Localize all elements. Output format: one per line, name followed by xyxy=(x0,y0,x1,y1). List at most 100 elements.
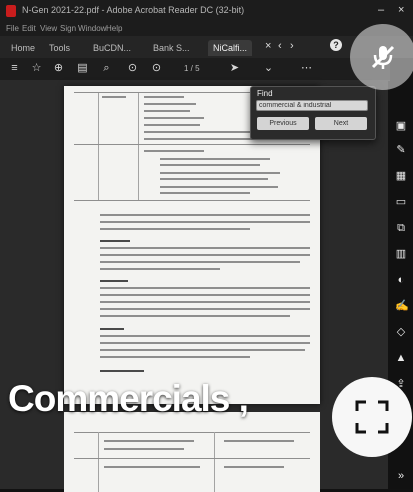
find-next-button[interactable]: Next xyxy=(315,117,367,130)
combine-files-icon[interactable]: ⧉ xyxy=(395,222,407,234)
organize-pages-icon[interactable]: ▥ xyxy=(395,248,407,260)
text-line xyxy=(144,117,204,119)
acrobat-app-icon xyxy=(6,5,16,17)
text-line xyxy=(100,247,310,249)
fullscreen-icon xyxy=(355,400,389,434)
table-rule xyxy=(98,432,99,492)
upload-icon[interactable]: ⊕ xyxy=(52,62,65,75)
create-pdf-icon[interactable]: ▦ xyxy=(395,170,407,182)
text-line xyxy=(100,221,310,223)
page-down-icon[interactable]: ⊙ xyxy=(150,62,163,75)
table-rule xyxy=(214,432,215,492)
tab-close-icon[interactable]: × xyxy=(265,40,271,52)
tab-home[interactable]: Home xyxy=(6,40,40,56)
select-cursor-icon[interactable]: ➤ xyxy=(228,62,241,75)
text-line xyxy=(144,150,204,152)
heading-line xyxy=(100,240,130,242)
text-line xyxy=(100,254,310,256)
text-line xyxy=(144,96,184,98)
mic-off-icon xyxy=(371,45,395,69)
text-line xyxy=(144,124,200,126)
text-line xyxy=(100,228,250,230)
mute-microphone-button[interactable] xyxy=(350,24,413,90)
menu-view[interactable]: View xyxy=(40,24,57,33)
text-line xyxy=(104,448,184,450)
compress-icon[interactable]: ▲ xyxy=(395,352,407,364)
tab-scroll-left-icon[interactable]: ‹ xyxy=(278,40,282,52)
bullet-line xyxy=(160,158,270,160)
toolbar: ≡ ☆ ⊕ ▤ ⌕ ⊙ ⊙ 1 / 5 ➤ ⌄ ⋯ xyxy=(0,58,390,81)
menu-edit[interactable]: Edit xyxy=(22,24,36,33)
text-line xyxy=(224,466,284,468)
bookmark-star-icon[interactable]: ☆ xyxy=(30,62,43,75)
tab-scroll-right-icon[interactable]: › xyxy=(290,40,294,52)
page-up-icon[interactable]: ⊙ xyxy=(126,62,139,75)
text-line xyxy=(144,103,196,105)
text-line xyxy=(100,294,310,296)
menu-bar: File Edit View Sign Window Help xyxy=(0,22,413,36)
table-rule xyxy=(74,144,310,145)
fullscreen-button[interactable] xyxy=(332,377,412,457)
menu-file[interactable]: File xyxy=(6,24,19,33)
table-rule xyxy=(74,432,310,433)
text-line xyxy=(100,268,220,270)
close-window-button[interactable]: × xyxy=(398,4,404,16)
text-line xyxy=(100,349,305,351)
bullet-line xyxy=(160,186,278,188)
minimize-button[interactable]: – xyxy=(378,4,384,16)
bullet-line xyxy=(160,172,280,174)
text-line xyxy=(104,440,194,442)
more-tools-icon[interactable]: ⋯ xyxy=(300,62,313,75)
text-line xyxy=(100,335,310,337)
bullet-line xyxy=(160,192,250,194)
find-previous-button[interactable]: Previous xyxy=(257,117,309,130)
menu-sign[interactable]: Sign xyxy=(60,24,76,33)
bullet-line xyxy=(160,178,268,180)
heading-line xyxy=(100,328,124,330)
text-line xyxy=(144,110,190,112)
bullet-line xyxy=(160,164,260,166)
edit-pdf-icon[interactable]: ✎ xyxy=(395,144,407,156)
text-line xyxy=(104,466,200,468)
text-line xyxy=(100,301,310,303)
pdf-page-2[interactable] xyxy=(64,412,320,492)
title-bar: N-Gen 2021-22.pdf - Adobe Acrobat Reader… xyxy=(0,0,413,22)
heading-line xyxy=(100,280,128,282)
fill-sign-icon[interactable]: ✍ xyxy=(395,300,409,312)
table-rule xyxy=(98,92,99,200)
protect-icon[interactable]: ◇ xyxy=(395,326,407,338)
page-indicator[interactable]: 1 / 5 xyxy=(184,64,200,73)
text-line xyxy=(102,96,126,98)
find-label: Find xyxy=(257,89,273,98)
find-panel: Find Previous Next xyxy=(250,86,376,140)
tab-document-2[interactable]: Bank S... xyxy=(148,40,195,56)
redact-icon[interactable]: ◐ xyxy=(395,274,407,286)
tab-document-1[interactable]: BuCDN... xyxy=(88,40,136,56)
text-line xyxy=(100,356,250,358)
search-icon[interactable]: ⌕ xyxy=(100,62,113,75)
help-icon[interactable]: ? xyxy=(330,39,342,51)
tab-tools[interactable]: Tools xyxy=(44,40,75,56)
overlay-caption: Commercials , xyxy=(8,378,249,419)
menu-hamburger-icon[interactable]: ≡ xyxy=(8,62,21,75)
text-line xyxy=(100,287,310,289)
table-rule xyxy=(74,458,310,459)
tab-document-active[interactable]: NiCalfi... xyxy=(208,40,253,56)
find-input[interactable] xyxy=(256,100,368,111)
zoom-dropdown-icon[interactable]: ⌄ xyxy=(262,62,275,75)
collapse-rail-icon[interactable]: » xyxy=(395,470,407,482)
export-pdf-icon[interactable]: ▣ xyxy=(395,120,407,132)
heading-line xyxy=(100,370,144,372)
comment-icon[interactable]: ▭ xyxy=(395,196,407,208)
text-line xyxy=(100,342,310,344)
table-rule xyxy=(138,92,139,200)
window-title: N-Gen 2021-22.pdf - Adobe Acrobat Reader… xyxy=(22,5,245,15)
menu-help[interactable]: Help xyxy=(106,24,122,33)
menu-window[interactable]: Window xyxy=(78,24,106,33)
text-line xyxy=(100,214,310,216)
text-line xyxy=(100,261,300,263)
text-line xyxy=(224,440,294,442)
text-line xyxy=(100,308,310,310)
text-line xyxy=(100,315,290,317)
print-icon[interactable]: ▤ xyxy=(76,62,89,75)
